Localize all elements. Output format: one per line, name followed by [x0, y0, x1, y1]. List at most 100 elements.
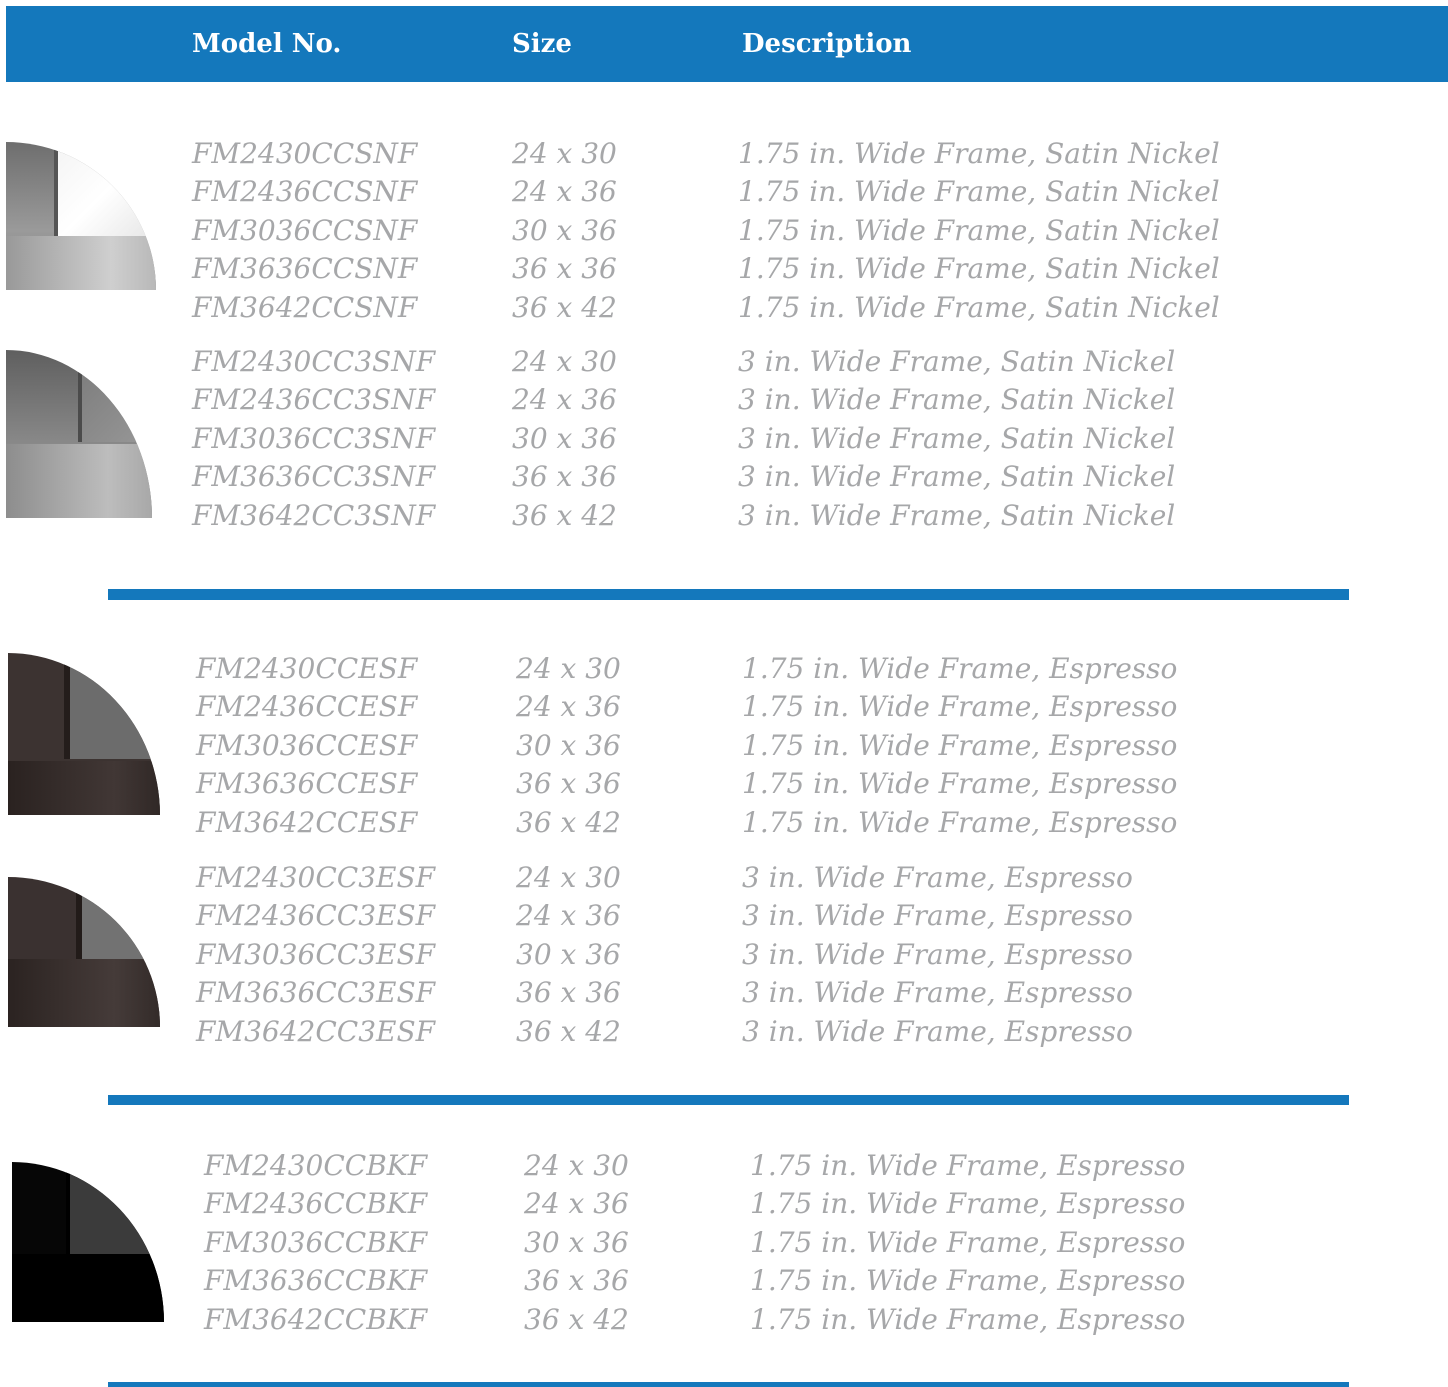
- model-number: FM3036CCESF: [196, 728, 418, 762]
- size-cell: 36 x 36: [512, 460, 617, 494]
- description-cell: 1.75 in. Wide Frame, Espresso: [750, 1264, 1186, 1298]
- description-cell: 3 in. Wide Frame, Espresso: [742, 937, 1133, 971]
- size-cell: 36 x 42: [512, 498, 617, 532]
- section-divider: [108, 589, 1349, 600]
- table-row: FM2430CCBKF 24 x 30 1.75 in. Wide Frame, E…: [0, 1148, 1200, 1184]
- description-cell: 3 in. Wide Frame, Satin Nickel: [738, 421, 1176, 455]
- size-cell: 36 x 42: [516, 1014, 621, 1048]
- table-row: FM2430CC3SNF 24 x 30 3 in. Wide Frame, Sat…: [0, 344, 1200, 380]
- size-cell: 36 x 36: [512, 252, 617, 286]
- table-row: FM3636CC3SNF 36 x 36 3 in. Wide Frame, Sat…: [0, 459, 1200, 495]
- size-column-header: Size: [512, 29, 572, 59]
- size-cell: 36 x 36: [516, 767, 621, 801]
- table-row: FM2430CCESF 24 x 30 1.75 in. Wide Frame, E…: [0, 651, 1200, 687]
- size-cell: 24 x 30: [524, 1149, 629, 1182]
- table-row: FM2436CCSNF 24 x 36 1.75 in. Wide Frame, S…: [0, 174, 1220, 210]
- size-cell: 24 x 30: [512, 345, 617, 378]
- model-number: FM2430CCBKF: [204, 1149, 428, 1182]
- description-cell: 1.75 in. Wide Frame, Espresso: [742, 767, 1178, 801]
- model-number: FM3636CCESF: [196, 767, 418, 801]
- table-row: FM3636CC3ESF 36 x 36 3 in. Wide Frame, Esp…: [0, 975, 1200, 1011]
- size-cell: 30 x 36: [524, 1225, 629, 1259]
- model-number: FM2436CCBKF: [204, 1187, 428, 1221]
- model-number: FM3036CCSNF: [192, 213, 418, 247]
- table-row: FM3636CCSNF 36 x 36 1.75 in. Wide Frame, S…: [0, 251, 1220, 287]
- size-cell: 36 x 42: [512, 290, 617, 324]
- model-number: FM2430CCESF: [196, 652, 418, 685]
- table-row: FM3036CCBKF 30 x 36 1.75 in. Wide Frame, E…: [0, 1225, 1200, 1261]
- description-cell: 3 in. Wide Frame, Espresso: [742, 1014, 1133, 1048]
- description-cell: 3 in. Wide Frame, Satin Nickel: [738, 498, 1176, 532]
- size-cell: 30 x 36: [516, 728, 621, 762]
- model-number: FM3642CCBKF: [204, 1302, 428, 1336]
- description-cell: 1.75 in. Wide Frame, Satin Nickel: [738, 290, 1220, 324]
- model-number: FM3636CC3SNF: [192, 460, 436, 494]
- table-row: FM2436CCESF 24 x 36 1.75 in. Wide Frame, E…: [0, 689, 1200, 725]
- table-row: FM3636CCBKF 36 x 36 1.75 in. Wide Frame, E…: [0, 1263, 1200, 1299]
- model-number: FM3036CC3ESF: [196, 937, 436, 971]
- table-row: FM2430CC3ESF 24 x 30 3 in. Wide Frame, Esp…: [0, 860, 1200, 896]
- table-row: FM2436CC3ESF 24 x 36 3 in. Wide Frame, Esp…: [0, 898, 1200, 934]
- table-row: FM3642CCSNF 36 x 42 1.75 in. Wide Frame, S…: [0, 290, 1220, 326]
- model-number: FM3636CCBKF: [204, 1264, 428, 1298]
- size-cell: 24 x 30: [516, 861, 621, 894]
- description-cell: 3 in. Wide Frame, Espresso: [742, 899, 1133, 933]
- size-cell: 30 x 36: [516, 937, 621, 971]
- description-cell: 1.75 in. Wide Frame, Espresso: [750, 1149, 1186, 1182]
- model-number: FM2430CC3ESF: [196, 861, 436, 894]
- description-cell: 3 in. Wide Frame, Espresso: [742, 861, 1133, 894]
- model-number: FM3642CC3ESF: [196, 1014, 436, 1048]
- size-cell: 24 x 36: [512, 175, 617, 209]
- description-cell: 1.75 in. Wide Frame, Espresso: [750, 1302, 1186, 1336]
- table-row: FM3636CCESF 36 x 36 1.75 in. Wide Frame, E…: [0, 766, 1200, 802]
- size-cell: 36 x 36: [524, 1264, 629, 1298]
- table-row: FM3036CCESF 30 x 36 1.75 in. Wide Frame, E…: [0, 728, 1200, 764]
- model-number: FM3636CC3ESF: [196, 976, 436, 1010]
- model-number: FM2436CCSNF: [192, 175, 418, 209]
- model-number: FM3036CCBKF: [204, 1225, 428, 1259]
- model-number: FM2436CC3SNF: [192, 383, 436, 417]
- description-cell: 1.75 in. Wide Frame, Satin Nickel: [738, 213, 1220, 247]
- description-cell: 3 in. Wide Frame, Espresso: [742, 976, 1133, 1010]
- model-number: FM2430CC3SNF: [192, 345, 436, 378]
- size-cell: 24 x 30: [512, 137, 617, 170]
- description-cell: 1.75 in. Wide Frame, Espresso: [742, 652, 1178, 685]
- description-cell: 1.75 in. Wide Frame, Espresso: [742, 690, 1178, 724]
- description-cell: 3 in. Wide Frame, Satin Nickel: [738, 383, 1176, 417]
- description-cell: 1.75 in. Wide Frame, Espresso: [742, 728, 1178, 762]
- model-number: FM3642CCSNF: [192, 290, 418, 324]
- table-header: Model No. Size Description: [6, 6, 1448, 82]
- model-number: FM3642CCESF: [196, 805, 418, 839]
- model-column-header: Model No.: [192, 29, 342, 59]
- size-cell: 24 x 36: [524, 1187, 629, 1221]
- size-cell: 24 x 36: [512, 383, 617, 417]
- size-cell: 30 x 36: [512, 421, 617, 455]
- section-divider: [108, 1382, 1349, 1387]
- description-cell: 1.75 in. Wide Frame, Espresso: [750, 1187, 1186, 1221]
- table-row: FM3036CC3ESF 30 x 36 3 in. Wide Frame, Esp…: [0, 937, 1200, 973]
- table-row: FM2436CCBKF 24 x 36 1.75 in. Wide Frame, E…: [0, 1186, 1200, 1222]
- model-number: FM3636CCSNF: [192, 252, 418, 286]
- description-cell: 1.75 in. Wide Frame, Satin Nickel: [738, 137, 1220, 170]
- size-cell: 36 x 36: [516, 976, 621, 1010]
- description-column-header: Description: [742, 29, 912, 59]
- size-cell: 30 x 36: [512, 213, 617, 247]
- size-cell: 24 x 36: [516, 899, 621, 933]
- description-cell: 1.75 in. Wide Frame, Espresso: [742, 805, 1178, 839]
- model-number: FM2436CC3ESF: [196, 899, 436, 933]
- table-row: FM3642CCESF 36 x 42 1.75 in. Wide Frame, E…: [0, 805, 1200, 841]
- description-cell: 1.75 in. Wide Frame, Satin Nickel: [738, 252, 1220, 286]
- description-cell: 3 in. Wide Frame, Satin Nickel: [738, 345, 1176, 378]
- description-cell: 1.75 in. Wide Frame, Satin Nickel: [738, 175, 1220, 209]
- table-row: FM2436CC3SNF 24 x 36 3 in. Wide Frame, Sat…: [0, 382, 1200, 418]
- section-divider: [108, 1095, 1349, 1105]
- table-row: FM3036CCSNF 30 x 36 1.75 in. Wide Frame, S…: [0, 213, 1220, 249]
- size-cell: 36 x 42: [516, 805, 621, 839]
- model-number: FM3642CC3SNF: [192, 498, 436, 532]
- size-cell: 36 x 42: [524, 1302, 629, 1336]
- table-row: FM3036CC3SNF 30 x 36 3 in. Wide Frame, Sat…: [0, 421, 1200, 457]
- model-number: FM2436CCESF: [196, 690, 418, 724]
- size-cell: 24 x 36: [516, 690, 621, 724]
- table-row: FM3642CC3ESF 36 x 42 3 in. Wide Frame, Esp…: [0, 1014, 1200, 1050]
- description-cell: 1.75 in. Wide Frame, Espresso: [750, 1225, 1186, 1259]
